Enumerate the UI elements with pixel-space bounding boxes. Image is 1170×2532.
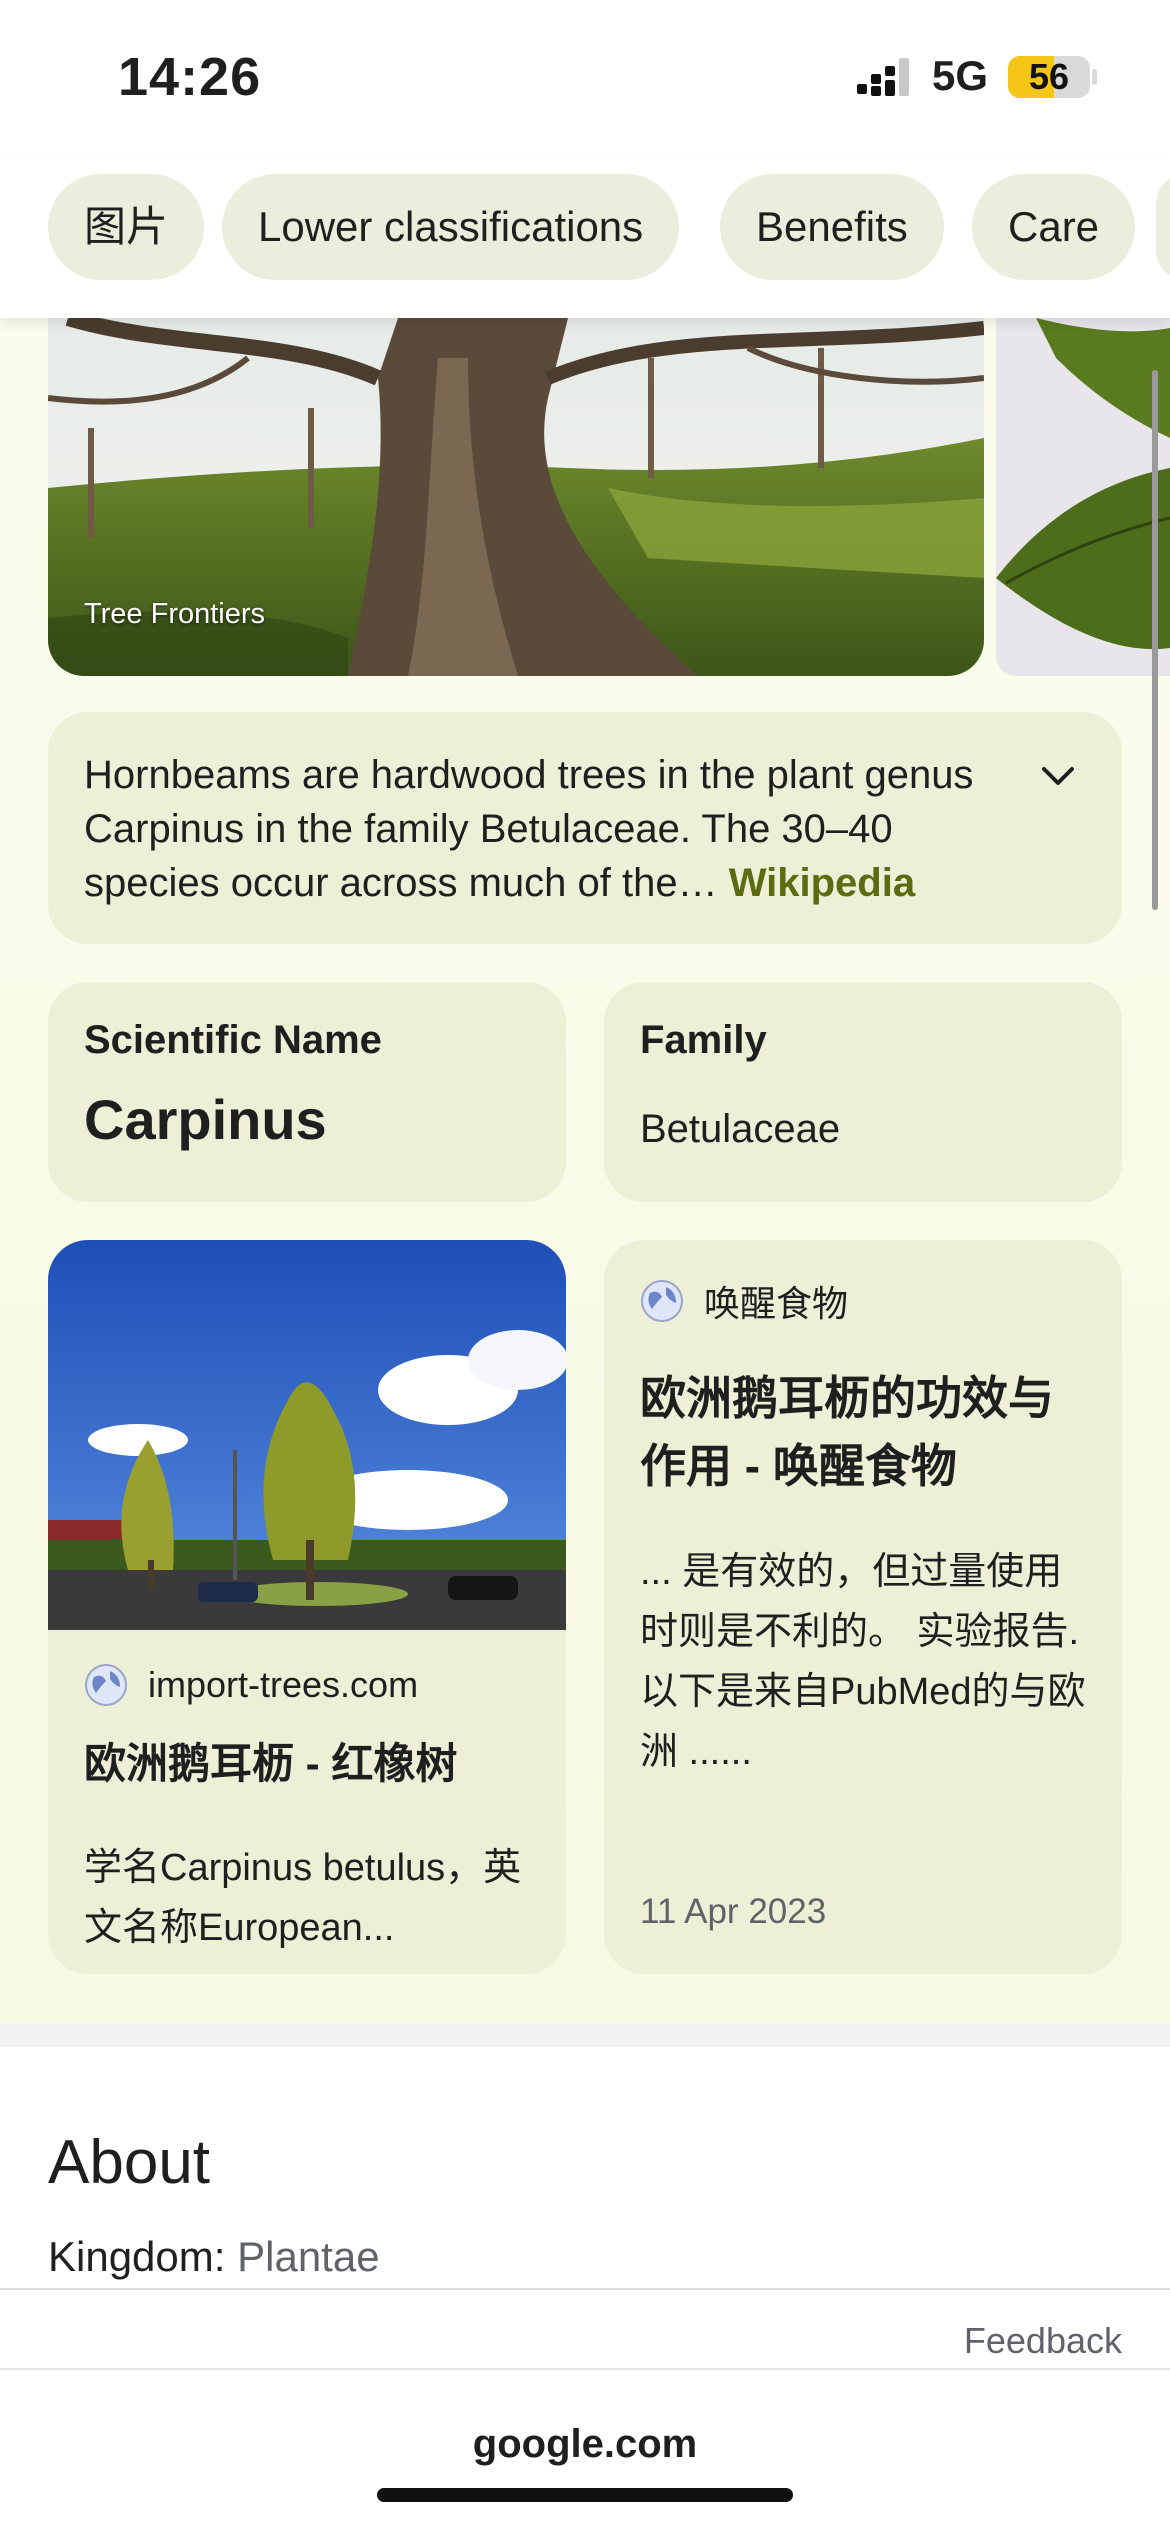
battery-icon: 56 — [1008, 56, 1090, 98]
site-row: import-trees.com — [84, 1660, 418, 1710]
chip-benefits[interactable]: Benefits — [720, 174, 944, 280]
description-ellipsis: … — [677, 861, 718, 905]
battery-nub — [1092, 69, 1097, 85]
scientific-name-label: Scientific Name — [84, 1018, 382, 1062]
home-indicator[interactable] — [377, 2488, 793, 2502]
kingdom-value[interactable]: Plantae — [237, 2233, 379, 2280]
chip-care[interactable]: Care — [972, 174, 1136, 280]
signal-icon — [857, 58, 909, 96]
globe-icon — [641, 1280, 683, 1322]
feedback-link[interactable]: Feedback — [964, 2320, 1122, 2362]
description-card[interactable]: Hornbeams are hardwood trees in the plan… — [48, 712, 1122, 944]
image-caption: Tree Frontiers — [84, 598, 266, 630]
family-label: Family — [640, 1018, 767, 1062]
site-row: 唤醒食物 — [640, 1276, 848, 1326]
scientific-name-value: Carpinus — [84, 1088, 327, 1151]
site-name: 唤醒食物 — [704, 1283, 849, 1324]
card-thumbnail — [48, 1240, 566, 1630]
browser-url-bar[interactable]: google.com — [0, 2368, 1170, 2532]
family-card[interactable]: Family Betulaceae — [604, 982, 1122, 1202]
battery-level: 56 — [1028, 56, 1070, 97]
kingdom-row: Kingdom: Plantae — [48, 2233, 380, 2281]
scientific-name-card[interactable]: Scientific Name Carpinus — [48, 982, 566, 1202]
family-value: Betulaceae — [640, 1107, 841, 1151]
chip-images[interactable]: 图片 — [48, 174, 204, 280]
kingdom-label: Kingdom: — [48, 2233, 226, 2280]
leaf-image[interactable] — [996, 318, 1170, 676]
card-title: 欧洲鹅耳枥的功效与作用 - 唤醒食物 — [640, 1372, 1054, 1492]
chip-lower-classifications[interactable]: Lower classifications — [222, 174, 680, 280]
status-bar: 14:26 5G 56 — [0, 0, 1170, 160]
result-card-huanxing[interactable]: 唤醒食物 欧洲鹅耳枥的功效与作用 - 唤醒食物 ... 是有效的，但过量使用时则… — [604, 1240, 1122, 1974]
chip-next[interactable] — [1156, 174, 1170, 280]
card-date: 11 Apr 2023 — [640, 1892, 827, 1931]
chevron-down-icon[interactable] — [1038, 756, 1078, 796]
trees-photo — [48, 1240, 566, 1630]
globe-icon — [85, 1664, 127, 1706]
result-card-import-trees[interactable]: import-trees.com 欧洲鹅耳枥 - 红橡树 学名Carpinus … — [48, 1240, 566, 1974]
card-snippet: ... 是有效的，但过量使用时则是不利的。 实验报告. 以下是来自PubMed的… — [640, 1551, 1086, 1773]
status-time: 14:26 — [118, 47, 262, 107]
scrollbar[interactable] — [1152, 370, 1158, 910]
site-name: import-trees.com — [148, 1664, 419, 1705]
tree-image[interactable]: Tree Frontiers — [48, 318, 984, 676]
card-snippet: 学名Carpinus betulus，英文名称European... — [84, 1847, 522, 1949]
about-section: About Kingdom: Plantae — [0, 2023, 1170, 2287]
description-text: Hornbeams are hardwood trees in the plan… — [84, 748, 1002, 910]
divider — [0, 2288, 1170, 2290]
network-type: 5G — [932, 52, 989, 99]
about-title: About — [48, 2128, 211, 2197]
filter-chips-bar: 图片 Lower classifications Benefits Care — [0, 160, 1170, 318]
url-text: google.com — [472, 2422, 698, 2466]
wikipedia-link[interactable]: Wikipedia — [729, 861, 915, 905]
results-panel: Tree Frontiers Hornbeams are hardwood tr… — [0, 318, 1170, 2023]
leaf-photo — [996, 318, 1170, 676]
card-title: 欧洲鹅耳枥 - 红橡树 — [84, 1740, 458, 1787]
